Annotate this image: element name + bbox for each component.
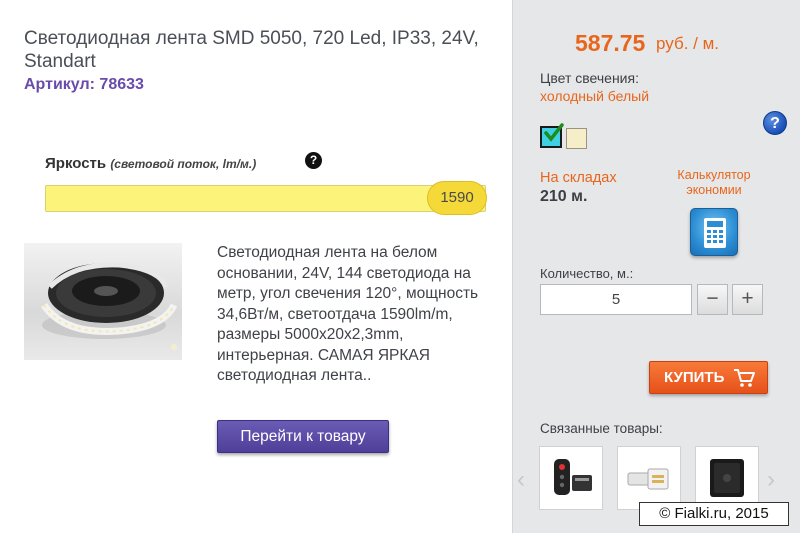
price-unit: руб. / м. [656, 34, 719, 53]
brightness-help-icon[interactable]: ? [305, 152, 322, 169]
buy-button-label: КУПИТЬ [664, 369, 725, 386]
help-icon[interactable]: ? [763, 111, 787, 135]
quantity-increase-button[interactable]: + [732, 284, 763, 315]
buy-button[interactable]: КУПИТЬ [649, 361, 768, 394]
product-title: Светодиодная лента SMD 5050, 720 Led, IP… [24, 28, 479, 72]
price-value: 587.75 [575, 30, 646, 56]
remote-controller-icon [554, 459, 592, 495]
brightness-bar [45, 185, 486, 212]
led-connector-icon [627, 468, 669, 490]
brightness-label-text: Яркость [45, 155, 107, 172]
checkmark-icon [544, 123, 564, 142]
quantity-input[interactable] [540, 284, 692, 315]
brightness-sublabel: (световой поток, lm/м.) [110, 157, 257, 171]
related-products-label: Связанные товары: [540, 421, 663, 436]
related-item-remote-controller[interactable] [539, 446, 603, 510]
quantity-decrease-button[interactable]: − [697, 284, 728, 315]
copyright-watermark: © Fialki.ru, 2015 [639, 502, 789, 526]
cart-icon [734, 369, 755, 387]
product-description: Светодиодная лента на белом основании, 2… [217, 244, 479, 384]
quantity-label: Количество, м.: [540, 266, 634, 281]
led-strip-reel-image [41, 262, 178, 350]
swatch-cold-white[interactable] [540, 123, 564, 148]
calculator-icon[interactable] [690, 208, 738, 256]
stock-label: На складах [540, 170, 617, 186]
brightness-value-badge: 1590 [427, 181, 487, 215]
goto-product-button[interactable]: Перейти к товару [217, 420, 389, 453]
swatch-warm-white[interactable] [566, 128, 587, 149]
touch-panel-icon [710, 459, 744, 497]
savings-calculator-label[interactable]: Калькулятор экономии [668, 168, 760, 198]
chevron-right-icon[interactable]: › [767, 466, 775, 494]
product-info-panel: Светодиодная лента SMD 5050, 720 Led, IP… [0, 0, 512, 533]
light-color-label: Цвет свечения: [540, 70, 639, 86]
stock-value: 210 м. [540, 188, 588, 205]
related-item-led-connector[interactable] [617, 446, 681, 510]
light-color-value: холодный белый [540, 88, 650, 104]
chevron-left-icon[interactable]: ‹ [517, 466, 525, 494]
calculator-glyph [704, 218, 726, 248]
related-item-touch-panel[interactable] [695, 446, 759, 510]
brightness-label: Яркость (световой поток, lm/м.) [45, 155, 256, 172]
product-photo[interactable] [24, 243, 182, 360]
product-sku: Артикул: 78633 [24, 76, 144, 93]
